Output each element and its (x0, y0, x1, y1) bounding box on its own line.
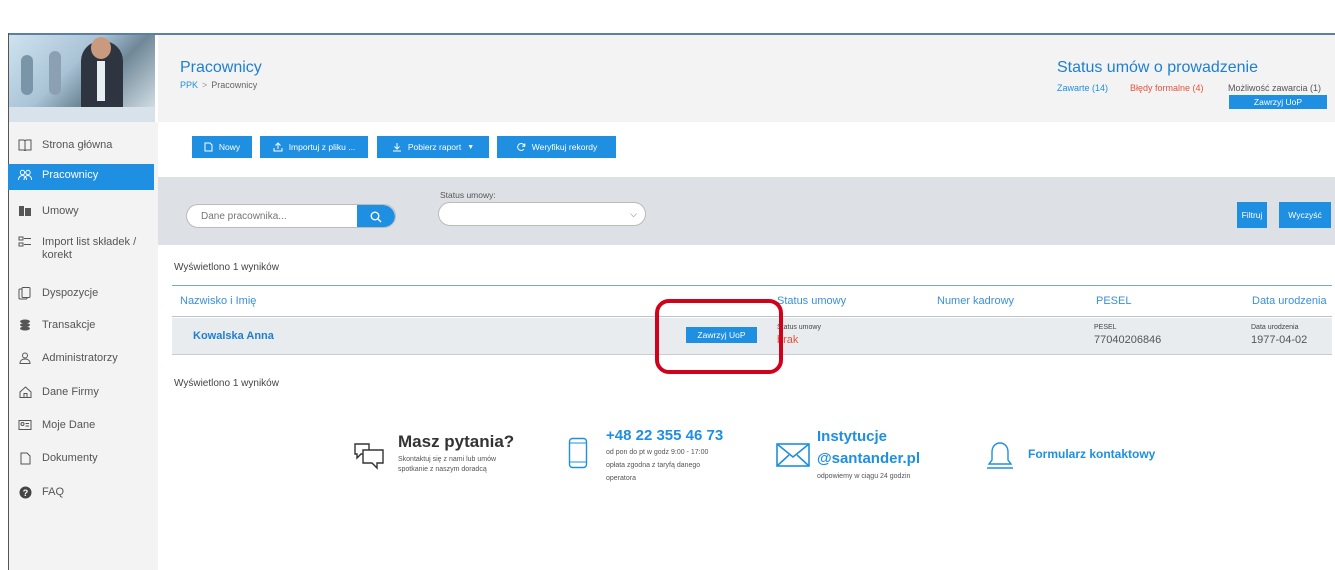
home-icon (18, 385, 32, 399)
table-header-divider (172, 316, 1332, 317)
row-status-label: Status umowy (777, 324, 821, 331)
sidebar-item-contracts[interactable]: Umowy (8, 200, 154, 226)
import-list-icon (18, 235, 32, 249)
page-title: Pracownicy (180, 59, 262, 76)
new-document-icon (204, 142, 213, 152)
phone-line-3: operatora (606, 475, 636, 482)
contract-icon (18, 204, 32, 218)
breadcrumb-current: Pracownicy (211, 80, 258, 90)
mail-icon (776, 443, 810, 467)
column-header-status[interactable]: Status umowy (777, 295, 846, 307)
coins-icon (18, 318, 32, 332)
search-icon (370, 211, 382, 223)
users-icon (18, 168, 32, 182)
row-pesel-label: PESEL (1094, 324, 1117, 331)
contact-form-link[interactable]: Formularz kontaktowy (1028, 447, 1155, 461)
row-birth-value: 1977-04-02 (1251, 334, 1308, 346)
download-icon (392, 143, 401, 152)
row-birth-label: Data urodzenia (1251, 324, 1299, 331)
import-button[interactable]: Importuj z pliku ... (260, 136, 368, 158)
column-header-pesel[interactable]: PESEL (1096, 295, 1131, 307)
table-top-divider (172, 285, 1332, 286)
document-icon (18, 451, 32, 465)
phone-line-2: opłata zgodna z taryfą danego (606, 462, 701, 469)
conclude-contract-button[interactable]: Zawrzyj UoP (686, 327, 757, 343)
sidebar-item-faq[interactable]: ? FAQ (8, 481, 154, 507)
page-header (158, 35, 1335, 122)
download-report-button[interactable]: Pobierz raport ▼ (377, 136, 489, 158)
clear-button[interactable]: Wyczyść (1279, 202, 1331, 228)
stat-concluded[interactable]: Zawarte (14) (1057, 83, 1108, 93)
sidebar-item-home[interactable]: Strona główna (8, 134, 154, 160)
employee-name-link[interactable]: Kowalska Anna (193, 330, 274, 342)
stat-errors[interactable]: Błędy formalne (4) (1130, 83, 1204, 93)
row-status-value: brak (777, 334, 799, 346)
results-count-bottom: Wyświetlono 1 wyników (174, 378, 279, 389)
stat-possible: Możliwość zawarcia (1) (1228, 83, 1322, 93)
contracts-status-title: Status umów o prowadzenie (1057, 59, 1258, 76)
contract-status-label: Status umowy: (440, 190, 496, 200)
download-report-label: Pobierz raport (407, 142, 462, 152)
employee-search-input[interactable] (199, 210, 363, 223)
upload-icon (273, 142, 283, 152)
sidebar-item-company-data[interactable]: Dane Firmy (8, 381, 154, 407)
breadcrumb-root[interactable]: PPK (180, 80, 198, 90)
verify-records-label: Weryfikuj rekordy (531, 142, 598, 152)
filter-button[interactable]: Filtruj (1237, 202, 1267, 228)
email-note: odpowiemy w ciągu 24 godzin (817, 473, 911, 480)
questions-line-1: Skontaktuj się z nami lub umów (398, 456, 497, 463)
email-line-2[interactable]: @santander.pl (817, 450, 920, 467)
user-icon (18, 351, 32, 365)
sidebar-item-employees[interactable]: Pracownicy (8, 164, 154, 190)
sidebar-item-transactions[interactable]: Transakcje (8, 314, 154, 340)
import-button-label: Importuj z pliku ... (288, 142, 356, 152)
chat-icon (354, 443, 384, 470)
question-icon: ? (18, 485, 32, 499)
sidebar-item-documents[interactable]: Dokumenty (8, 447, 154, 473)
chevron-down-icon: ▼ (467, 143, 475, 151)
chevron-down-icon: ⌵ (630, 209, 637, 219)
sidebar-item-import-lists[interactable]: Import list składek / korekt (8, 231, 154, 267)
contract-status-select[interactable]: ⌵ (438, 202, 646, 226)
questions-title: Masz pytania? (398, 432, 515, 451)
book-icon (18, 138, 32, 152)
column-header-employee-number[interactable]: Numer kadrowy (937, 295, 1014, 307)
breadcrumb: PPK > Pracownicy (180, 80, 257, 90)
phone-line-1: od pon do pt w godz 9:00 - 17:00 (606, 449, 709, 456)
employee-search (186, 204, 396, 228)
header-conclude-button[interactable]: Zawrzyj UoP (1229, 95, 1327, 109)
refresh-icon (516, 142, 526, 151)
new-button-label: Nowy (218, 142, 241, 152)
documents-icon (18, 286, 32, 300)
bell-icon (987, 442, 1013, 469)
banner-photo (9, 35, 155, 122)
id-card-icon (18, 418, 32, 432)
sidebar-item-my-data[interactable]: Moje Dane (8, 414, 154, 440)
svg-text:?: ? (22, 488, 28, 498)
breadcrumb-separator: > (202, 80, 208, 90)
verify-records-button[interactable]: Weryfikuj rekordy (497, 136, 616, 158)
sidebar-item-administrators[interactable]: Administratorzy (8, 347, 154, 373)
row-pesel-value: 77040206846 (1094, 334, 1162, 346)
phone-number[interactable]: +48 22 355 46 73 (606, 427, 723, 444)
new-button[interactable]: Nowy (192, 136, 252, 158)
phone-icon (568, 437, 588, 469)
sidebar-item-dispositions[interactable]: Dyspozycje (8, 282, 154, 308)
results-count: Wyświetlono 1 wyników (174, 262, 279, 273)
questions-line-2: spotkanie z naszym doradcą (398, 466, 487, 473)
search-button[interactable] (357, 205, 395, 227)
column-header-birth-date[interactable]: Data urodzenia (1252, 295, 1327, 307)
email-line-1[interactable]: Instytucje (817, 428, 887, 445)
column-header-name[interactable]: Nazwisko i Imię (180, 295, 256, 307)
